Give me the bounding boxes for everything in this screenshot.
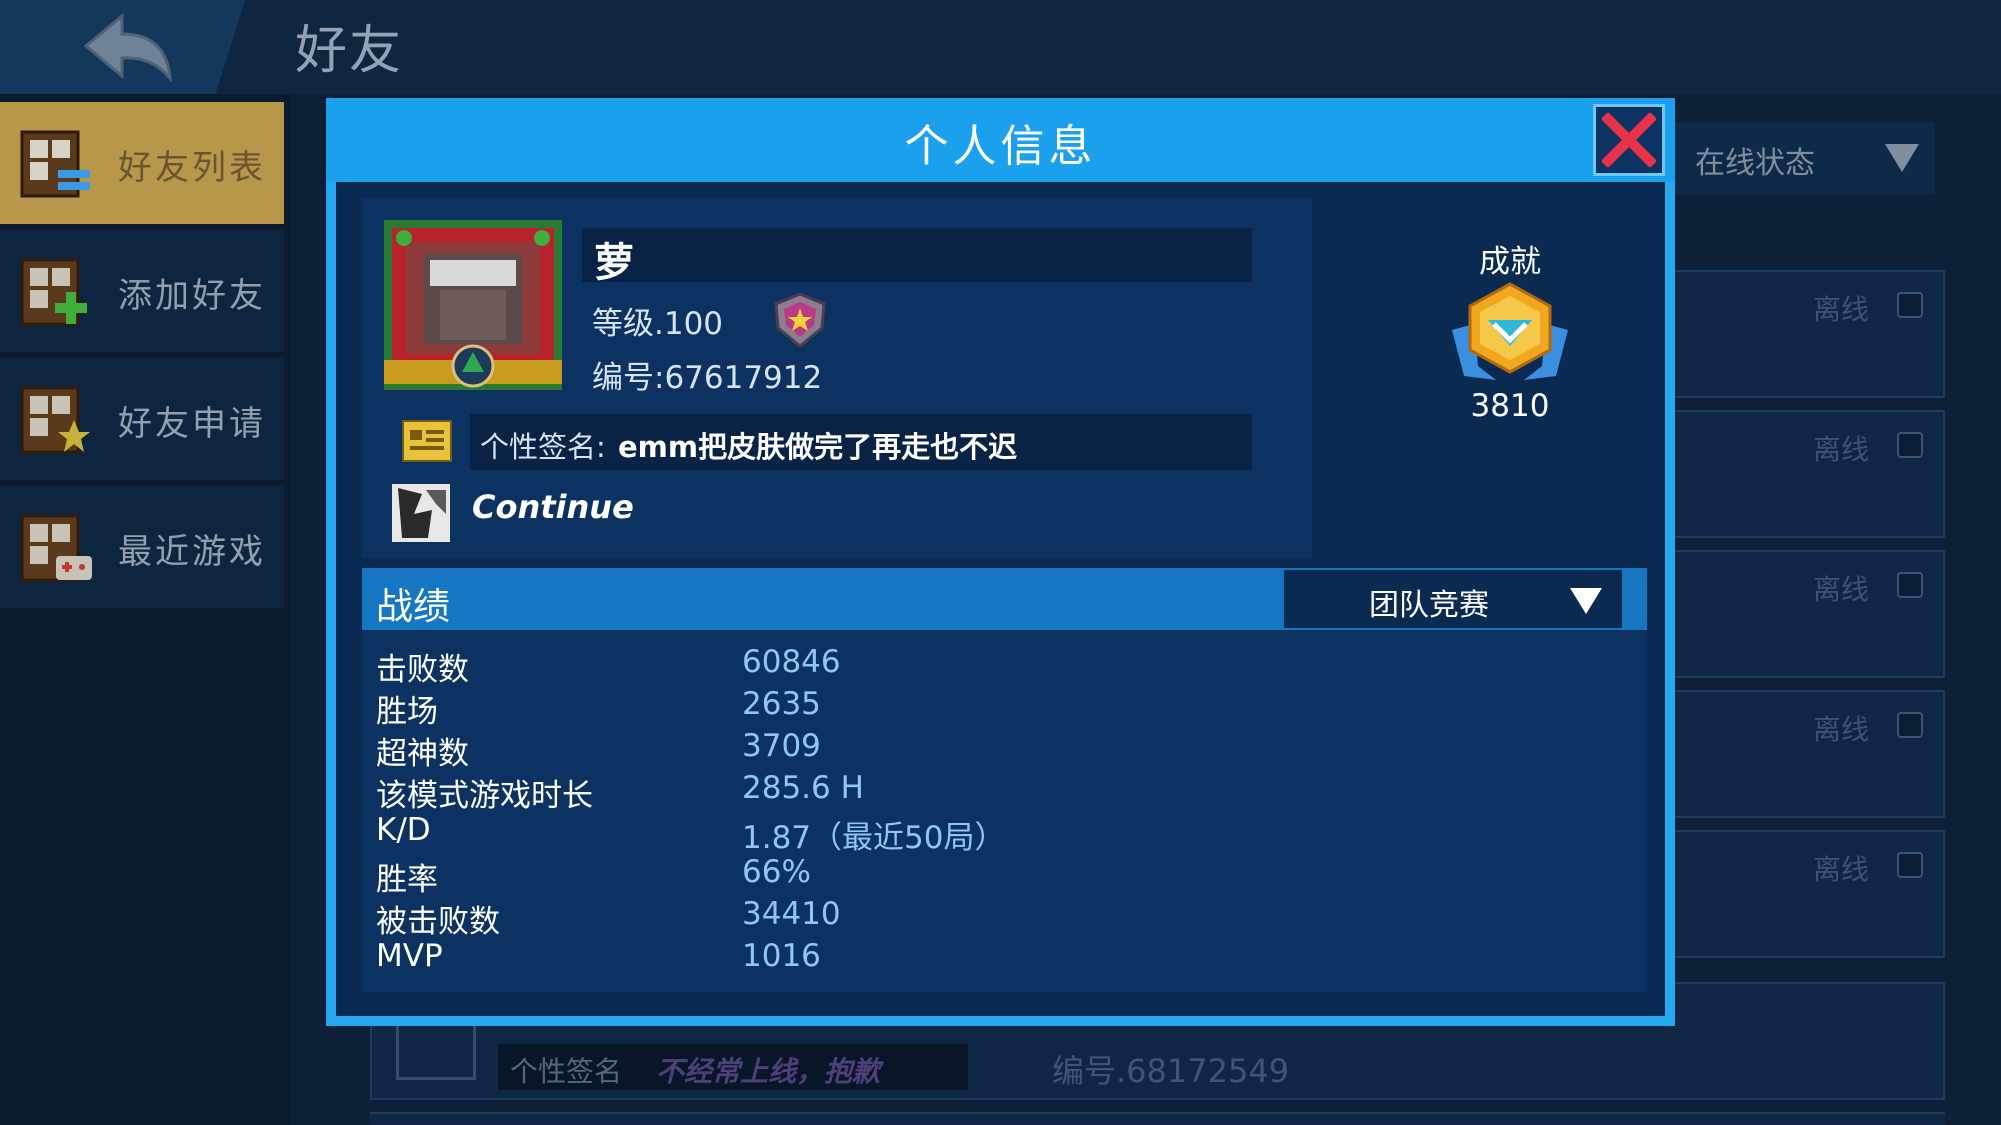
- signature-text: 不经常上线，抱歉: [656, 1055, 881, 1088]
- player-avatar[interactable]: [384, 220, 562, 390]
- stat-value: 60846: [742, 644, 841, 680]
- filter-label: 在线状态: [1695, 146, 1815, 181]
- sidebar-item-label: 好友申请: [118, 404, 266, 444]
- offline-status: 离线: [1812, 713, 1869, 746]
- title-portrait-icon: [392, 484, 450, 542]
- id-card-icon: [402, 420, 452, 462]
- stats-title: 战绩: [376, 585, 450, 628]
- stat-value: 2635: [742, 686, 821, 722]
- rank-shield-icon: [774, 292, 826, 348]
- player-name: 萝: [594, 240, 634, 286]
- signature-text: emm把皮肤做完了再走也不迟: [618, 430, 1018, 464]
- close-x-icon: [1602, 113, 1656, 167]
- player-title: Continue: [472, 488, 634, 526]
- achievement-count: 3810: [1470, 388, 1550, 424]
- sidebar-item-recent-games[interactable]: 最近游戏: [0, 486, 284, 608]
- modal-header: 个人信息: [326, 98, 1675, 182]
- select-checkbox[interactable]: [1897, 432, 1923, 458]
- select-checkbox[interactable]: [1897, 712, 1923, 738]
- stats-header: 战绩 团队竞赛: [362, 568, 1647, 630]
- stat-label: 胜场: [376, 694, 438, 730]
- stat-row: K/D 1.87（最近50局）: [362, 812, 1647, 856]
- offline-status: 离线: [1812, 573, 1869, 606]
- stat-label: 超神数: [376, 736, 469, 772]
- online-status-filter[interactable]: 在线状态: [1675, 122, 1935, 194]
- back-arrow-icon: [83, 12, 172, 83]
- profile-modal: 个人信息 萝 等级.100 编号:67617912 个性签名: emm把皮肤做完…: [326, 98, 1675, 1026]
- achievement-label: 成就: [1479, 244, 1541, 280]
- stat-row: 胜率 66%: [362, 854, 1647, 898]
- signature-label: 个性签名:: [480, 430, 606, 464]
- select-checkbox[interactable]: [1897, 292, 1923, 318]
- stat-row: 胜场 2635: [362, 686, 1647, 730]
- page-title: 好友: [295, 21, 404, 81]
- select-checkbox[interactable]: [1897, 572, 1923, 598]
- back-button[interactable]: [0, 0, 245, 94]
- offline-status: 离线: [1812, 853, 1869, 886]
- stat-label: 击败数: [376, 652, 469, 688]
- stat-row: 该模式游戏时长 285.6 H: [362, 770, 1647, 814]
- sidebar: 好友列表 添加好友 好友申请 最近游戏: [0, 94, 290, 1125]
- stat-row: 被击败数 34410: [362, 896, 1647, 940]
- offline-status: 离线: [1812, 293, 1869, 326]
- stat-label: 胜率: [376, 862, 438, 898]
- signature-label: 个性签名: [510, 1055, 623, 1088]
- sidebar-item-add-friend[interactable]: 添加好友: [0, 230, 284, 352]
- sidebar-item-label: 最近游戏: [118, 532, 266, 572]
- player-name-bar: 萝: [582, 228, 1252, 286]
- stat-label: K/D: [376, 812, 431, 848]
- add-friend-icon: [20, 258, 87, 326]
- sidebar-item-friend-request[interactable]: 好友申请: [0, 358, 284, 480]
- stat-value: 66%: [742, 854, 811, 890]
- game-mode-dropdown[interactable]: 团队竞赛: [1284, 570, 1622, 628]
- friend-list-icon: [20, 130, 90, 198]
- offline-status: 离线: [1812, 433, 1869, 466]
- select-checkbox[interactable]: [1897, 852, 1923, 878]
- stat-row: 击败数 60846: [362, 644, 1647, 688]
- achievement-trophy-icon[interactable]: [1444, 280, 1576, 388]
- modal-title: 个人信息: [904, 121, 1097, 172]
- stat-value: 1016: [742, 938, 821, 974]
- sidebar-item-friend-list[interactable]: 好友列表: [0, 102, 284, 224]
- game-mode-label: 团队竞赛: [1369, 588, 1489, 623]
- player-id: 编号:67617912: [592, 360, 823, 396]
- triangle-down-icon: [1885, 144, 1919, 172]
- stat-value: 34410: [742, 896, 841, 932]
- top-bar: 好友: [0, 0, 2001, 94]
- profile-section: 萝 等级.100 编号:67617912 个性签名: emm把皮肤做完了再走也不…: [362, 198, 1312, 558]
- sidebar-item-label: 好友列表: [118, 148, 266, 188]
- stat-row: MVP 1016: [362, 938, 1647, 980]
- stat-value: 3709: [742, 728, 821, 764]
- signature-bar: 个性签名: emm把皮肤做完了再走也不迟: [470, 414, 1252, 470]
- friend-request-icon: [20, 386, 90, 454]
- triangle-down-icon: [1570, 588, 1602, 614]
- stat-label: 该模式游戏时长: [376, 778, 593, 814]
- close-button[interactable]: [1593, 104, 1665, 176]
- player-id: 编号.68172549: [1052, 1052, 1290, 1090]
- friend-list-item: [370, 1112, 1945, 1125]
- player-level: 等级.100: [592, 306, 724, 342]
- stat-value: 285.6 H: [742, 770, 864, 806]
- stat-row: 超神数 3709: [362, 728, 1647, 772]
- recent-games-icon: [20, 514, 92, 582]
- stat-value: 1.87（最近50局）: [742, 820, 1006, 856]
- sidebar-item-label: 添加好友: [118, 276, 266, 316]
- stat-label: 被击败数: [376, 904, 500, 940]
- stat-label: MVP: [376, 938, 443, 974]
- stats-table: 击败数 60846 胜场 2635 超神数 3709 该模式游戏时长 285.6…: [362, 630, 1647, 992]
- signature-bar: 个性签名 不经常上线，抱歉: [498, 1044, 968, 1090]
